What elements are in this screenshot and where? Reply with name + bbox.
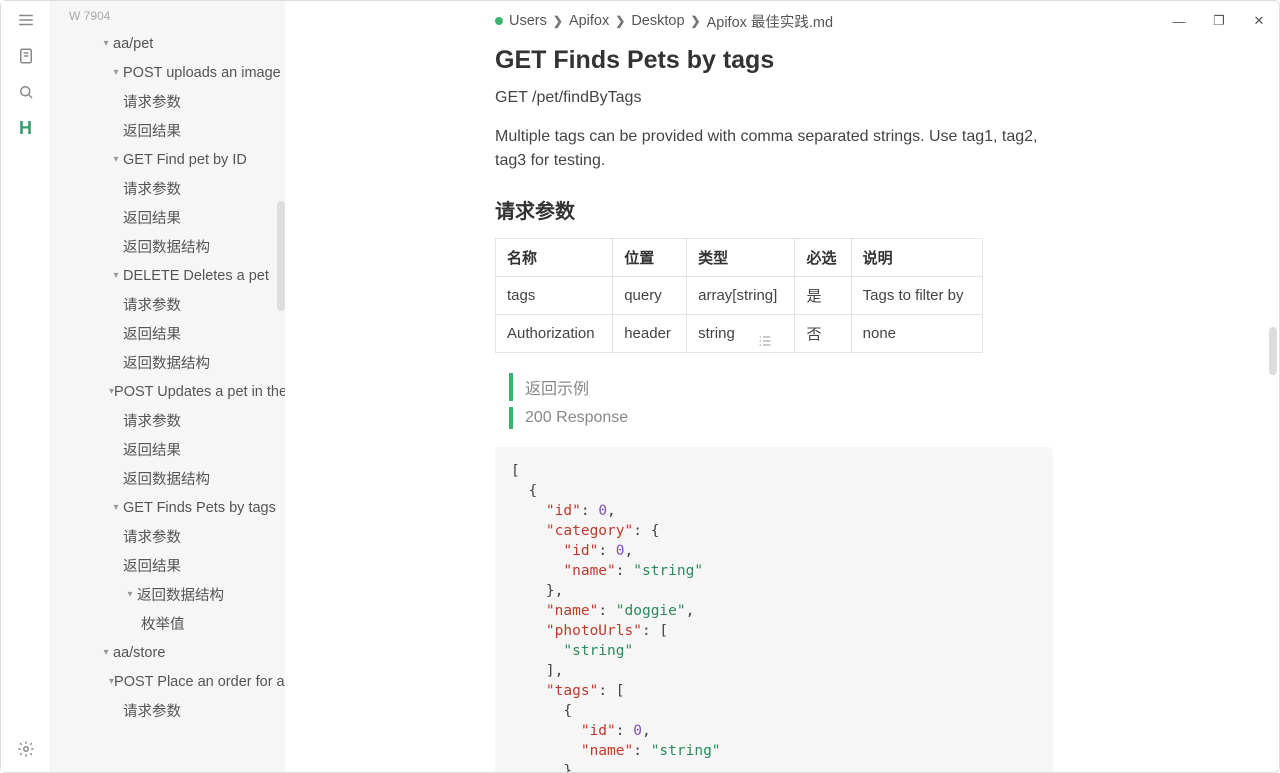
endpoint-description: Multiple tags can be provided with comma… (495, 125, 1055, 173)
table-header: 必选 (795, 238, 851, 276)
table-cell: 否 (795, 314, 851, 352)
close-button[interactable]: ✕ (1239, 1, 1279, 41)
tree-leaf[interactable]: 请求参数 (51, 87, 285, 116)
table-row: Authorizationheaderstring否none (496, 314, 983, 352)
tree-item[interactable]: ▾POST Updates a pet in the store with fo… (51, 377, 285, 406)
tree-leaf[interactable]: 返回数据结构 (51, 464, 285, 493)
crumb[interactable]: Apifox (569, 13, 609, 29)
table-header: 类型 (687, 238, 795, 276)
table-cell: tags (496, 276, 613, 314)
minimize-button[interactable]: — (1159, 1, 1199, 41)
tree-group-aa-pet[interactable]: ▾aa/pet (51, 29, 285, 58)
tree-item[interactable]: ▾GET Finds Pets by tags (51, 493, 285, 522)
tree-item[interactable]: ▾POST Place an order for a pet (51, 667, 285, 696)
tree-leaf[interactable]: 返回结果 (51, 551, 285, 580)
table-cell: 是 (795, 276, 851, 314)
tree-leaf[interactable]: 返回数据结构 (51, 348, 285, 377)
table-cell: Authorization (496, 314, 613, 352)
tree-item[interactable]: ▾POST uploads an image (51, 58, 285, 87)
crumb[interactable]: Apifox 最佳实践.md (707, 11, 834, 32)
tree-item[interactable]: ▾DELETE Deletes a pet (51, 261, 285, 290)
content: GET Finds Pets by tags GET /pet/findByTa… (285, 42, 1055, 772)
table-cell: header (613, 314, 687, 352)
tree-leaf[interactable]: 返回结果 (51, 116, 285, 145)
tree-leaf[interactable]: 返回结果 (51, 435, 285, 464)
tree-leaf[interactable]: 返回结果 (51, 319, 285, 348)
crumb[interactable]: Users (509, 13, 547, 29)
endpoint-path: GET /pet/findByTags (495, 89, 1055, 107)
table-header: 说明 (851, 238, 982, 276)
tree-leaf[interactable]: 请求参数 (51, 174, 285, 203)
table-row: tagsqueryarray[string]是Tags to filter by (496, 276, 983, 314)
tree-item[interactable]: ▾GET Find pet by ID (51, 145, 285, 174)
doc-icon[interactable] (17, 47, 35, 65)
sidebar: W 7904 ▾aa/pet ▾POST uploads an image请求参… (51, 1, 285, 772)
page-title: GET Finds Pets by tags (495, 46, 1055, 75)
params-table: 名称位置类型必选说明 tagsqueryarray[string]是Tags t… (495, 238, 983, 353)
table-header: 位置 (613, 238, 687, 276)
heading-icon[interactable]: H (17, 119, 35, 137)
search-icon[interactable] (17, 83, 35, 101)
table-cell: none (851, 314, 982, 352)
response-200-heading: 200 Response (509, 407, 1055, 429)
window-buttons: — ❐ ✕ (1159, 1, 1279, 41)
outline-icon[interactable] (757, 333, 773, 352)
tree-leaf[interactable]: 请求参数 (51, 290, 285, 319)
sidebar-scrollbar[interactable] (277, 201, 285, 311)
tree-leaf[interactable]: 请求参数 (51, 406, 285, 435)
table-cell: array[string] (687, 276, 795, 314)
response-example-heading: 返回示例 (509, 373, 1055, 401)
table-cell: string (687, 314, 795, 352)
table-header: 名称 (496, 238, 613, 276)
app-window: H W 7904 ▾aa/pet ▾POST uploads an image请… (0, 0, 1280, 773)
tree-group-aa-store[interactable]: ▾aa/store (51, 638, 285, 667)
tree-leaf[interactable]: 请求参数 (51, 696, 285, 725)
main-scrollbar[interactable] (1269, 327, 1277, 375)
icon-rail: H (1, 1, 51, 772)
tree-leaf[interactable]: ▾返回数据结构 (51, 580, 285, 609)
settings-icon[interactable] (17, 740, 35, 758)
menu-icon[interactable] (17, 11, 35, 29)
table-cell: query (613, 276, 687, 314)
tree-leaf[interactable]: 返回结果 (51, 203, 285, 232)
request-params-heading: 请求参数 (495, 195, 1055, 224)
tree: ▾aa/pet ▾POST uploads an image请求参数返回结果▾G… (51, 27, 285, 725)
tree-leaf[interactable]: 枚举值 (51, 609, 285, 638)
maximize-button[interactable]: ❐ (1199, 1, 1239, 41)
tree-leaf[interactable]: 请求参数 (51, 522, 285, 551)
sidebar-title: W 7904 (51, 1, 285, 27)
main-panel: Users❯ Apifox❯ Desktop❯ Apifox 最佳实践.md —… (285, 1, 1279, 772)
titlebar: Users❯ Apifox❯ Desktop❯ Apifox 最佳实践.md (285, 1, 1279, 42)
table-cell: Tags to filter by (851, 276, 982, 314)
crumb[interactable]: Desktop (631, 13, 684, 29)
code-block: [ { "id": 0, "category": { "id": 0, "nam… (495, 447, 1053, 772)
dirty-dot-icon (495, 17, 503, 25)
tree-leaf[interactable]: 返回数据结构 (51, 232, 285, 261)
